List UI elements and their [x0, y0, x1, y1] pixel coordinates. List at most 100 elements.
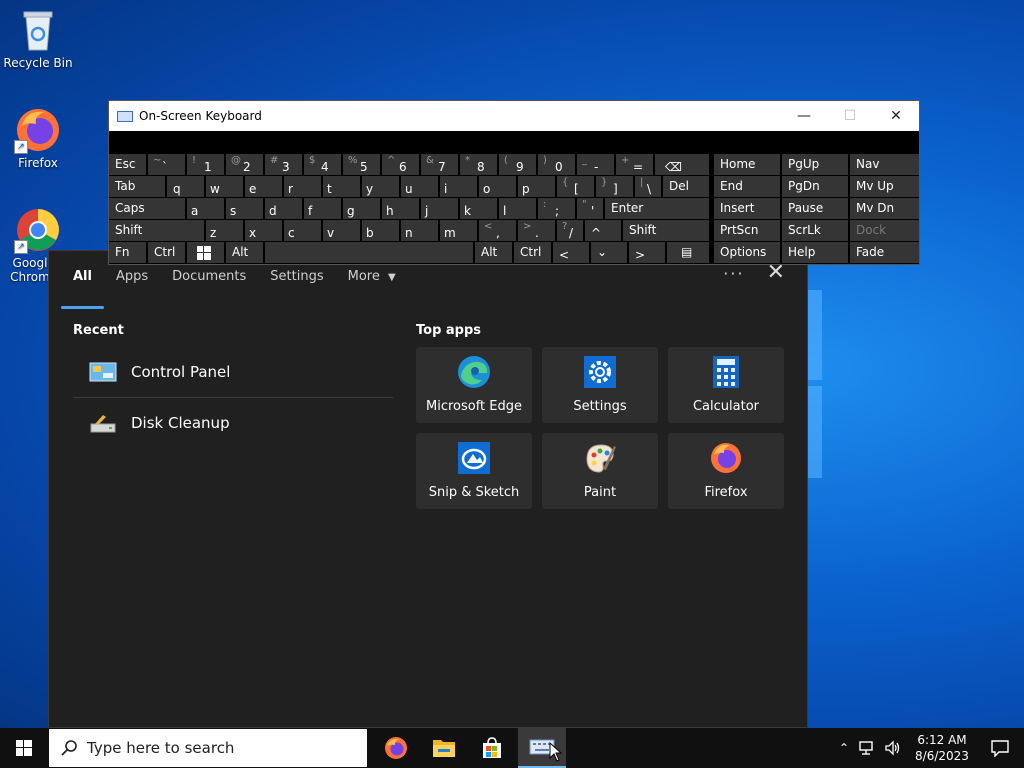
- key-end[interactable]: End: [714, 176, 780, 197]
- key-n[interactable]: n: [401, 220, 438, 241]
- close-button[interactable]: ✕: [873, 101, 919, 131]
- key-mv-up[interactable]: Mv Up: [850, 176, 919, 197]
- app-tile-snip-sketch[interactable]: Snip & Sketch: [416, 433, 532, 509]
- key-mv-dn[interactable]: Mv Dn: [850, 198, 919, 219]
- key-semicolon[interactable]: :;: [538, 198, 575, 219]
- key-quote[interactable]: " ': [577, 198, 603, 219]
- key-b[interactable]: b: [362, 220, 399, 241]
- key-right-shift[interactable]: Shift: [623, 220, 709, 241]
- close-panel-button[interactable]: ✕: [767, 262, 785, 284]
- tab-settings[interactable]: Settings: [258, 263, 335, 299]
- network-icon[interactable]: [858, 740, 876, 756]
- key-home[interactable]: Home: [714, 154, 780, 175]
- key-v[interactable]: v: [323, 220, 360, 241]
- key-8[interactable]: * 8: [460, 154, 497, 175]
- key-g[interactable]: g: [343, 198, 380, 219]
- key-space[interactable]: [265, 242, 473, 263]
- key-right-alt[interactable]: Alt: [475, 242, 512, 263]
- app-tile-firefox[interactable]: Firefox: [668, 433, 784, 509]
- key-z[interactable]: z: [206, 220, 243, 241]
- start-button[interactable]: [0, 728, 48, 768]
- key-f[interactable]: f: [304, 198, 341, 219]
- key-left-bracket[interactable]: {[: [557, 176, 594, 197]
- key-d[interactable]: d: [265, 198, 302, 219]
- key-h[interactable]: h: [382, 198, 419, 219]
- key-right-ctrl[interactable]: Ctrl: [514, 242, 551, 263]
- key-period[interactable]: >.: [518, 220, 555, 241]
- key-u[interactable]: u: [401, 176, 438, 197]
- recent-item-control-panel[interactable]: Control Panel: [73, 347, 393, 398]
- key-pgdn[interactable]: PgDn: [782, 176, 848, 197]
- taskbar-search-box[interactable]: Type here to search: [49, 729, 367, 767]
- key-caps[interactable]: Caps: [109, 198, 185, 219]
- app-tile-edge[interactable]: Microsoft Edge: [416, 347, 532, 423]
- key-slash[interactable]: ? /: [557, 220, 583, 241]
- key-0[interactable]: ) 0: [538, 154, 575, 175]
- key-e[interactable]: e: [245, 176, 282, 197]
- key-c[interactable]: c: [284, 220, 321, 241]
- key-l[interactable]: l: [499, 198, 536, 219]
- key-k[interactable]: k: [460, 198, 497, 219]
- key-esc[interactable]: Esc: [109, 154, 146, 175]
- key-scrlk[interactable]: ScrLk: [782, 220, 848, 241]
- key-up-arrow[interactable]: ^: [585, 220, 621, 241]
- volume-icon[interactable]: [884, 740, 902, 756]
- key-p[interactable]: p: [518, 176, 555, 197]
- tab-apps[interactable]: Apps: [104, 263, 160, 299]
- key-left-arrow[interactable]: <: [553, 242, 589, 263]
- key-pause[interactable]: Pause: [782, 198, 848, 219]
- key-insert[interactable]: Insert: [714, 198, 780, 219]
- key-1[interactable]: ! 1: [187, 154, 224, 175]
- tab-more[interactable]: More ▼: [336, 263, 408, 299]
- app-tile-calculator[interactable]: Calculator: [668, 347, 784, 423]
- tab-documents[interactable]: Documents: [160, 263, 258, 299]
- minimize-button[interactable]: —: [781, 101, 827, 131]
- key-windows[interactable]: [187, 242, 224, 263]
- recent-item-disk-cleanup[interactable]: Disk Cleanup: [73, 398, 393, 448]
- key-q[interactable]: q: [167, 176, 204, 197]
- key-7[interactable]: & 7: [421, 154, 458, 175]
- key-i[interactable]: i: [440, 176, 477, 197]
- notification-icon[interactable]: [990, 739, 1010, 757]
- key-4[interactable]: $4: [304, 154, 341, 175]
- desktop-icon-recycle-bin[interactable]: Recycle Bin: [0, 6, 76, 70]
- key-del[interactable]: Del: [663, 176, 709, 197]
- key-tab[interactable]: Tab: [109, 176, 165, 197]
- key-r[interactable]: r: [284, 176, 321, 197]
- key-ctrl[interactable]: Ctrl: [148, 242, 185, 263]
- key-nav[interactable]: Nav: [850, 154, 919, 175]
- key-x[interactable]: x: [245, 220, 282, 241]
- key-s[interactable]: s: [226, 198, 263, 219]
- key-minus[interactable]: _ -: [577, 154, 614, 175]
- key-pgup[interactable]: PgUp: [782, 154, 848, 175]
- key-m[interactable]: m: [440, 220, 477, 241]
- key-6[interactable]: ^ 6: [382, 154, 419, 175]
- desktop-icon-firefox[interactable]: ↗ Firefox: [0, 106, 76, 170]
- key-backslash[interactable]: | \: [635, 176, 661, 197]
- taskbar-file-explorer[interactable]: [420, 728, 468, 768]
- key-fade[interactable]: Fade: [850, 242, 919, 263]
- taskbar-firefox[interactable]: [372, 728, 420, 768]
- taskbar-store[interactable]: [468, 728, 516, 768]
- key-backspace[interactable]: ⌫: [655, 154, 709, 175]
- key-equals[interactable]: + =: [616, 154, 653, 175]
- key-alt[interactable]: Alt: [226, 242, 263, 263]
- key-j[interactable]: j: [421, 198, 458, 219]
- key-9[interactable]: (9: [499, 154, 536, 175]
- key-tilde[interactable]: ~ `: [148, 154, 185, 175]
- key-t[interactable]: t: [323, 176, 360, 197]
- app-tile-paint[interactable]: Paint: [542, 433, 658, 509]
- chevron-up-icon[interactable]: ⌃: [834, 741, 854, 755]
- key-right-arrow[interactable]: >: [629, 242, 665, 263]
- key-a[interactable]: a: [187, 198, 224, 219]
- key-o[interactable]: o: [479, 176, 516, 197]
- more-options-button[interactable]: ···: [723, 264, 744, 283]
- key-shift[interactable]: Shift: [109, 220, 204, 241]
- clock[interactable]: 6:12 AM 8/6/2023: [912, 732, 972, 764]
- key-5[interactable]: % 5: [343, 154, 380, 175]
- key-fn[interactable]: Fn: [109, 242, 146, 263]
- key-right-bracket[interactable]: }]: [596, 176, 633, 197]
- key-help[interactable]: Help: [782, 242, 848, 263]
- osk-title-bar[interactable]: On-Screen Keyboard — ☐ ✕: [109, 101, 919, 131]
- key-2[interactable]: @2: [226, 154, 263, 175]
